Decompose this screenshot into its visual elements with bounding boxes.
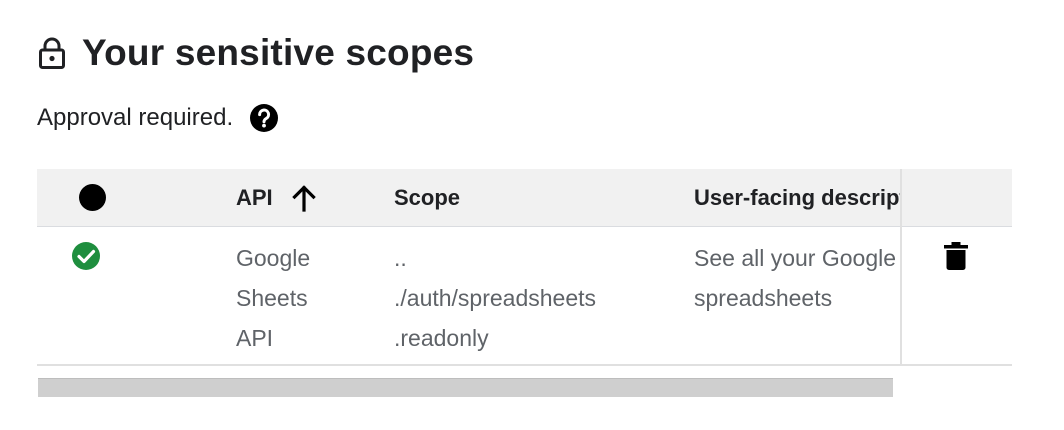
column-header-description-label: User-facing description [694,185,900,210]
cell-scope-line: ./auth/spreadsheets [394,285,597,311]
column-header-description[interactable]: User-facing description [694,169,900,226]
table-header-row: API Scope User-facing description [37,169,1012,227]
cell-api-line: Sheets [236,285,308,311]
help-circle-icon[interactable] [249,103,279,133]
trash-icon[interactable] [943,241,969,271]
lock-icon [39,37,65,69]
column-header-api-label: API [236,185,273,210]
page-title: Your sensitive scopes [82,32,475,73]
horizontal-scrollbar[interactable] [38,378,893,397]
table-row: Google Sheets API .. ./auth/spreadsheets… [37,227,1012,366]
cell-description-line: See all your Google [694,245,897,271]
status-column-dot-icon [79,184,106,211]
cell-scope: .. ./auth/spreadsheets .readonly [394,238,674,358]
column-header-scope-label: Scope [394,185,461,210]
scopes-table: API Scope User-facing description Google… [37,169,1012,367]
cell-description-line: spreadsheets [694,285,833,311]
column-header-api[interactable]: API [236,169,317,226]
cell-scope-line: .. [394,245,407,271]
column-divider [900,169,902,364]
cell-api-line: API [236,325,274,351]
approval-status-text: Approval required. [37,104,234,131]
arrow-up-icon[interactable] [291,184,317,212]
cell-scope-line: .readonly [394,325,489,351]
cell-api-line: Google [236,245,311,271]
column-header-scope[interactable]: Scope [394,169,460,226]
check-circle-icon [72,242,100,270]
cell-api: Google Sheets API [236,238,376,358]
cell-description: See all your Google spreadsheets [694,238,900,318]
title-row: Your sensitive scopes [38,30,474,76]
subtitle-row: Approval required. [37,100,279,136]
